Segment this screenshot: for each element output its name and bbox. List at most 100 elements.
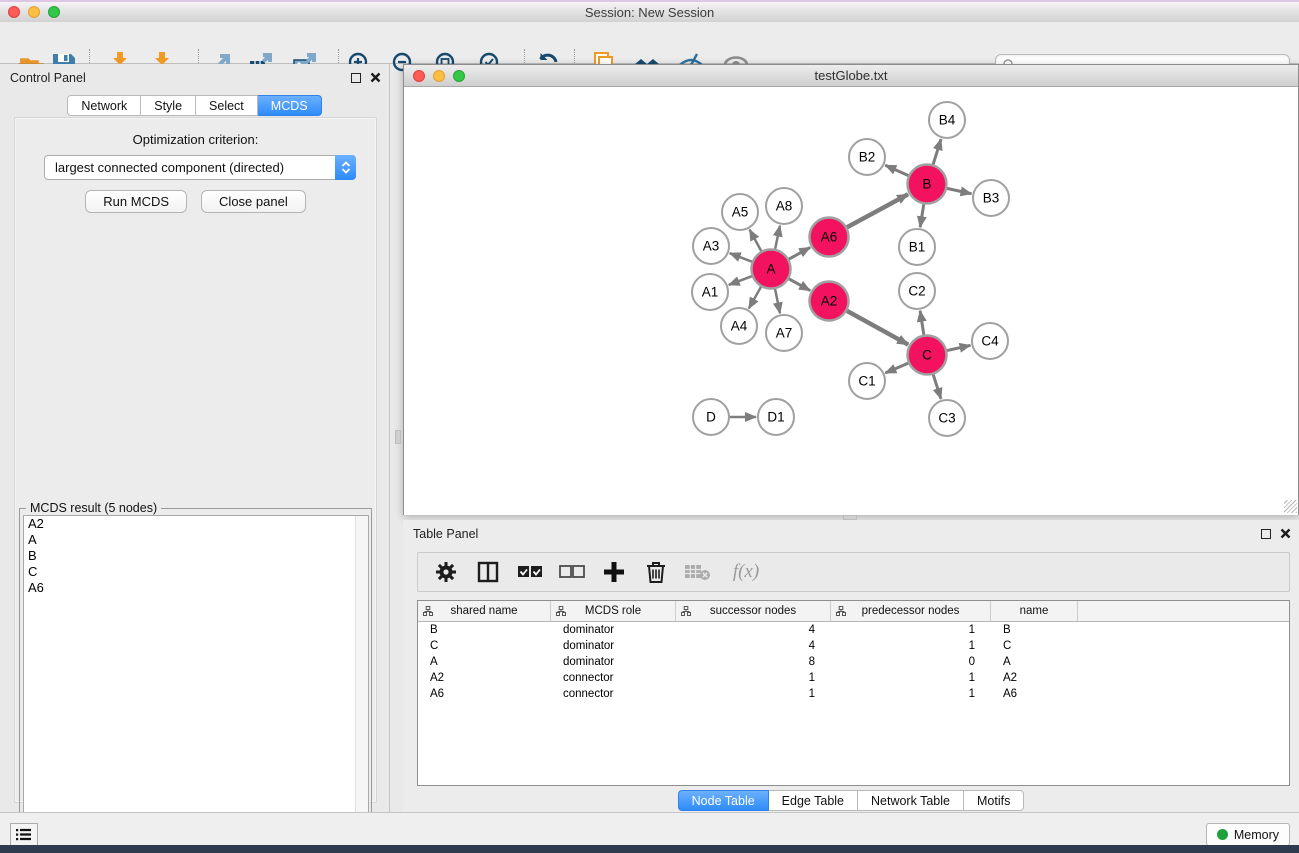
delete-column-icon[interactable] <box>642 558 670 586</box>
mcds-result-groupbox: MCDS result (5 nodes) A2ABCA6 <box>19 508 372 853</box>
graph-node-label-A8: A8 <box>776 199 793 214</box>
cell-predecessor-nodes: 0 <box>831 654 991 670</box>
main-toolbar <box>0 22 1299 64</box>
cell-shared-name: B <box>418 622 551 638</box>
cell-predecessor-nodes: 1 <box>831 670 991 686</box>
tab-select[interactable]: Select <box>196 95 258 116</box>
column-header-label: MCDS role <box>585 605 641 617</box>
float-panel-icon[interactable] <box>351 73 361 83</box>
task-history-button[interactable] <box>10 823 38 846</box>
column-header-MCDS-role[interactable]: MCDS role <box>551 601 676 621</box>
minimize-window-button[interactable] <box>28 6 40 18</box>
result-list-item[interactable]: A <box>24 532 368 548</box>
cell-predecessor-nodes: 1 <box>831 686 991 702</box>
status-bar: Memory <box>0 812 1299 845</box>
tab-motifs[interactable]: Motifs <box>964 790 1024 811</box>
network-canvas[interactable]: B4B2BB3A8A5A6A3B1AC2A1A2A4A7C4CC1DD1C3 <box>404 87 1298 515</box>
dropdown-stepper-icon <box>335 155 356 180</box>
desktop-background-strip <box>0 845 1299 853</box>
graph-node-label-C3: C3 <box>938 411 955 426</box>
table-row[interactable]: A2connector11A2 <box>418 670 1289 686</box>
tab-style[interactable]: Style <box>141 95 196 116</box>
cell-MCDS-role: connector <box>551 670 676 686</box>
graph-node-label-B2: B2 <box>859 150 876 165</box>
column-header-label: shared name <box>450 605 517 617</box>
column-header-label: predecessor nodes <box>862 605 960 617</box>
tab-network-table[interactable]: Network Table <box>858 790 964 811</box>
network-minimize-button[interactable] <box>433 70 445 82</box>
cell-name: C <box>991 638 1078 654</box>
delete-table-icon <box>684 558 712 586</box>
deselect-all-icon[interactable] <box>558 558 586 586</box>
cell-successor-nodes: 4 <box>676 622 831 638</box>
cell-name: A <box>991 654 1078 670</box>
settings-gear-icon[interactable] <box>432 558 460 586</box>
graph-node-label-B3: B3 <box>983 191 1000 206</box>
column-header-shared-name[interactable]: shared name <box>418 601 551 621</box>
table-row[interactable]: Bdominator41B <box>418 622 1289 638</box>
mcds-result-list[interactable]: A2ABCA6 <box>23 515 369 849</box>
control-panel-tabs: NetworkStyleSelectMCDS <box>0 95 389 116</box>
cell-shared-name: C <box>418 638 551 654</box>
graph-node-label-A4: A4 <box>731 319 748 334</box>
close-window-button[interactable] <box>8 6 20 18</box>
close-panel-icon[interactable] <box>370 72 381 83</box>
cell-MCDS-role: dominator <box>551 622 676 638</box>
cell-shared-name: A2 <box>418 670 551 686</box>
result-list-item[interactable]: A6 <box>24 580 368 596</box>
zoom-window-button[interactable] <box>48 6 60 18</box>
cell-predecessor-nodes: 1 <box>831 622 991 638</box>
graph-node-label-D1: D1 <box>767 410 784 425</box>
cell-MCDS-role: connector <box>551 686 676 702</box>
graph-node-label-D: D <box>706 410 716 425</box>
table-row[interactable]: Adominator80A <box>418 654 1289 670</box>
table-close-panel-icon[interactable] <box>1280 528 1291 539</box>
cell-name: B <box>991 622 1078 638</box>
select-all-checked-icon[interactable] <box>516 558 544 586</box>
column-header-name[interactable]: name <box>991 601 1078 621</box>
mcds-result-title: MCDS result (5 nodes) <box>26 501 161 515</box>
table-row[interactable]: Cdominator41C <box>418 638 1289 654</box>
table-toolbar: f(x) <box>417 552 1290 592</box>
tab-mcds[interactable]: MCDS <box>258 95 322 116</box>
result-scrollbar[interactable] <box>355 516 368 848</box>
close-panel-button[interactable]: Close panel <box>201 190 306 213</box>
column-header-predecessor-nodes[interactable]: predecessor nodes <box>831 601 991 621</box>
vertical-splitter-handle[interactable] <box>395 430 401 444</box>
tab-network[interactable]: Network <box>67 95 141 116</box>
graph-node-label-B4: B4 <box>939 113 956 128</box>
network-window-title: testGlobe.txt <box>815 68 888 83</box>
add-column-icon[interactable] <box>600 558 628 586</box>
column-header-label: successor nodes <box>710 605 796 617</box>
result-list-item[interactable]: C <box>24 564 368 580</box>
memory-button[interactable]: Memory <box>1206 823 1290 846</box>
cell-successor-nodes: 1 <box>676 670 831 686</box>
column-header-successor-nodes[interactable]: successor nodes <box>676 601 831 621</box>
resize-grip-icon[interactable] <box>1284 500 1297 513</box>
window-title: Session: New Session <box>585 5 714 20</box>
memory-status-icon <box>1217 829 1228 840</box>
control-panel-title: Control Panel <box>10 71 86 85</box>
cell-successor-nodes: 4 <box>676 638 831 654</box>
table-row[interactable]: A6connector11A6 <box>418 686 1289 702</box>
cell-predecessor-nodes: 1 <box>831 638 991 654</box>
table-float-panel-icon[interactable] <box>1261 529 1271 539</box>
network-graph: B4B2BB3A8A5A6A3B1AC2A1A2A4A7C4CC1DD1C3 <box>404 87 1298 515</box>
tab-node-table[interactable]: Node Table <box>678 790 769 811</box>
result-list-item[interactable]: A2 <box>24 516 368 532</box>
graph-node-label-A2: A2 <box>821 294 838 309</box>
criterion-dropdown[interactable]: largest connected component (directed) <box>44 155 356 180</box>
list-icon <box>16 828 32 841</box>
cell-MCDS-role: dominator <box>551 654 676 670</box>
cell-successor-nodes: 8 <box>676 654 831 670</box>
network-close-button[interactable] <box>413 70 425 82</box>
result-list-item[interactable]: B <box>24 548 368 564</box>
column-header-label: name <box>1020 605 1049 617</box>
network-zoom-button[interactable] <box>453 70 465 82</box>
graph-node-label-B1: B1 <box>909 240 926 255</box>
run-mcds-button[interactable]: Run MCDS <box>85 190 187 213</box>
tab-edge-table[interactable]: Edge Table <box>769 790 858 811</box>
table-panel: Table Panel f(x) shared nameMCDS rol <box>403 520 1299 812</box>
graph-node-label-A5: A5 <box>732 205 749 220</box>
column-view-icon[interactable] <box>474 558 502 586</box>
